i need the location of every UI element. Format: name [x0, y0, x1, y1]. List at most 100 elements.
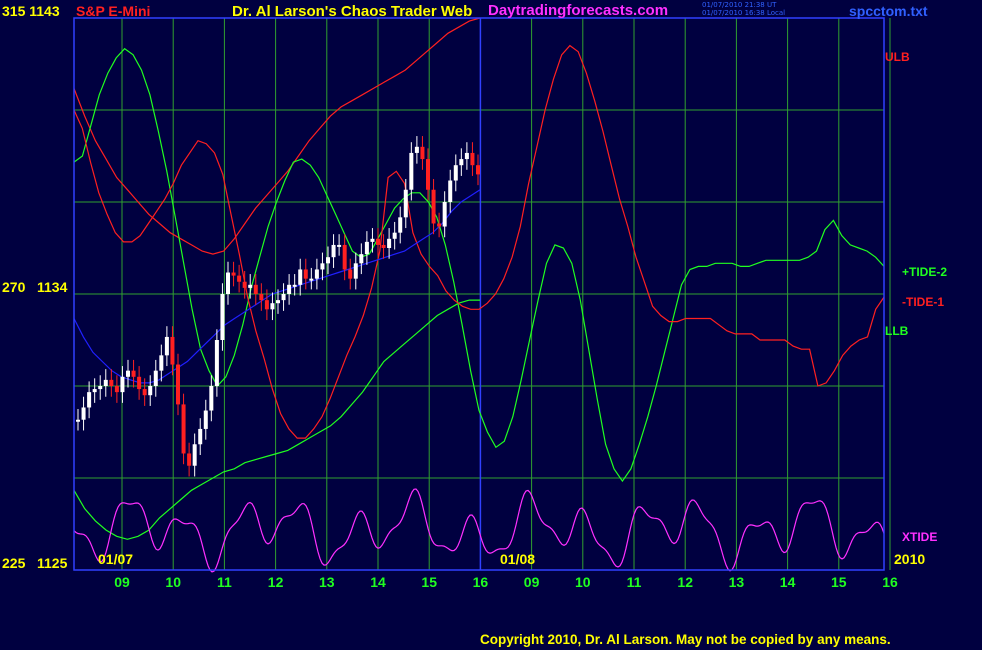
data-file-name: spcctom.txt [849, 3, 928, 19]
price-bar [148, 386, 153, 396]
price-bar [448, 180, 453, 202]
price-bar [370, 238, 375, 242]
y-tick-label: 225 [2, 555, 26, 571]
price-bar [476, 165, 480, 175]
price-bar [170, 336, 175, 365]
price-bar [131, 370, 136, 377]
timestamp-local: 01/07/2010 16:38 Local [702, 9, 786, 17]
x-tick-label: 11 [627, 574, 642, 590]
x-tick-label: 16 [882, 574, 898, 590]
y-tick-label: 1125 [37, 555, 68, 571]
x-tick-label: 10 [165, 574, 181, 590]
series-line-ma [73, 189, 481, 384]
series-label-ulb: ULB [885, 50, 910, 64]
price-bar [176, 364, 180, 405]
y-tick-label: 1134 [37, 279, 68, 295]
price-bar [342, 244, 347, 270]
year-label: 2010 [894, 551, 926, 567]
price-bar [159, 355, 164, 371]
x-tick-label: 11 [217, 574, 232, 590]
price-bar [309, 278, 314, 281]
price-bar [237, 275, 242, 282]
price-bar [314, 269, 319, 279]
price-bar [92, 389, 97, 393]
price-bar [153, 370, 158, 386]
price-bar [214, 340, 219, 386]
price-bar [420, 146, 425, 160]
series-label-xtide: XTIDE [902, 530, 938, 544]
price-bar [276, 300, 280, 304]
price-bar [242, 281, 247, 288]
price-bar [264, 300, 269, 310]
x-tick-label: 14 [780, 574, 796, 590]
price-bar [120, 376, 125, 393]
price-bar [287, 284, 292, 294]
series-line-tide-plus [73, 47, 885, 483]
price-bar [403, 189, 408, 218]
price-bar [164, 336, 169, 356]
chart-title: Dr. Al Larson's Chaos Trader Web [232, 3, 473, 20]
price-bar [442, 202, 447, 227]
y-top-value-label: 315 1143 [2, 3, 60, 19]
price-bar [226, 272, 230, 294]
price-bar [209, 386, 214, 411]
price-bar [198, 428, 203, 445]
series-line-xtide [73, 488, 885, 573]
price-bar [470, 152, 475, 166]
price-bar [192, 444, 197, 466]
price-bar [431, 189, 436, 224]
price-bar [409, 152, 414, 190]
price-bar [87, 392, 92, 408]
price-bar [114, 386, 119, 393]
website-link[interactable]: Daytradingforecasts.com [488, 3, 668, 18]
x-tick-label: 09 [114, 574, 130, 590]
price-bar [203, 410, 208, 429]
price-bar [376, 238, 380, 245]
price-bar [187, 453, 192, 466]
price-bar [414, 146, 419, 153]
price-bar [298, 269, 303, 285]
y-tick-label: 270 [2, 279, 26, 295]
x-tick-label: 12 [268, 574, 284, 590]
x-tick-label: 14 [370, 574, 386, 590]
date-label-start: 01/07 [98, 551, 134, 567]
price-bar [253, 284, 258, 294]
x-tick-label: 16 [473, 574, 489, 590]
price-bar [103, 379, 108, 386]
price-bar [326, 257, 330, 264]
series-label-tide-minus: -TIDE-1 [902, 295, 944, 309]
series-label-llb: LLB [885, 324, 909, 338]
copyright-notice: Copyright 2010, Dr. Al Larson. May not b… [480, 632, 891, 647]
price-bar [126, 370, 130, 377]
price-bar [259, 294, 264, 301]
price-bar [320, 263, 325, 270]
price-bar [98, 386, 103, 390]
series-line-ulb [73, 17, 481, 255]
price-bar [437, 223, 442, 227]
timestamp-ut: 01/07/2010 21:38 UT [702, 1, 777, 9]
x-tick-label: 12 [677, 574, 693, 590]
x-tick-label: 09 [524, 574, 540, 590]
chaos-trader-chart: 09 10 11 12 13 14 15 16 09 10 11 12 13 14 15 16 [73, 17, 898, 590]
series-line-tide-minus [73, 44, 885, 439]
price-bar [453, 165, 458, 181]
price-bar [248, 284, 253, 288]
date-label-next: 01/08 [500, 551, 536, 567]
x-tick-label: 15 [831, 574, 847, 590]
x-tick-label: 13 [319, 574, 335, 590]
price-bar [220, 294, 225, 340]
price-bar [464, 152, 469, 160]
series-label-tide-plus: +TIDE-2 [902, 265, 948, 279]
price-bar [331, 244, 336, 258]
price-bar [231, 272, 236, 276]
instrument-name: S&P E-Mini [76, 3, 151, 19]
price-bar [303, 269, 308, 279]
price-bar [353, 263, 358, 279]
price-bar [337, 244, 342, 247]
chart-series [73, 17, 885, 573]
price-bar [142, 389, 147, 396]
price-bar [359, 254, 364, 264]
price-bars [76, 136, 480, 477]
x-tick-label: 13 [729, 574, 745, 590]
price-bar [270, 303, 275, 310]
